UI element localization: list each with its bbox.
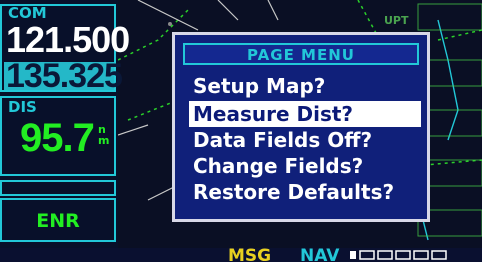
menu-item-change-fields[interactable]: Change Fields? (189, 153, 421, 179)
status-bar: MSG NAV (0, 246, 482, 262)
message-annunciator[interactable]: MSG (228, 246, 271, 262)
left-data-column: COM 121.500 135.325 DIS 95.7 nm ENR (0, 0, 130, 248)
map-waypoint-label: UPT (384, 14, 409, 27)
menu-item-setup-map[interactable]: Setup Map? (189, 73, 421, 99)
menu-item-data-fields-off[interactable]: Data Fields Off? (189, 127, 421, 153)
flight-phase-field: ENR (0, 198, 116, 242)
cdi-indicator (350, 250, 447, 260)
gps-display: UPT COM 121.500 135.325 DIS 95.7 nm ENR … (0, 0, 482, 262)
blank-field (0, 180, 116, 196)
distance-unit: nm (98, 123, 110, 147)
nav-annunciator: NAV (300, 246, 340, 262)
com-standby-frequency[interactable]: 135.325 (6, 58, 123, 94)
page-menu-title-bar: PAGE MENU (183, 43, 419, 65)
distance-unit-text: nm (98, 123, 110, 147)
flight-phase-label: ENR (36, 210, 80, 232)
distance-value: 95.7 (20, 116, 95, 160)
menu-item-measure-dist[interactable]: Measure Dist? (189, 101, 421, 127)
com-active-frequency: 121.500 (6, 19, 130, 60)
com-radio-window[interactable]: COM 121.500 135.325 (0, 4, 130, 94)
menu-item-restore-defaults[interactable]: Restore Defaults? (189, 179, 421, 205)
distance-label: DIS (8, 98, 37, 116)
page-menu-popup: PAGE MENU Setup Map? Measure Dist? Data … (172, 32, 430, 222)
distance-field: DIS 95.7 nm (0, 96, 116, 176)
page-menu-title: PAGE MENU (247, 46, 355, 64)
